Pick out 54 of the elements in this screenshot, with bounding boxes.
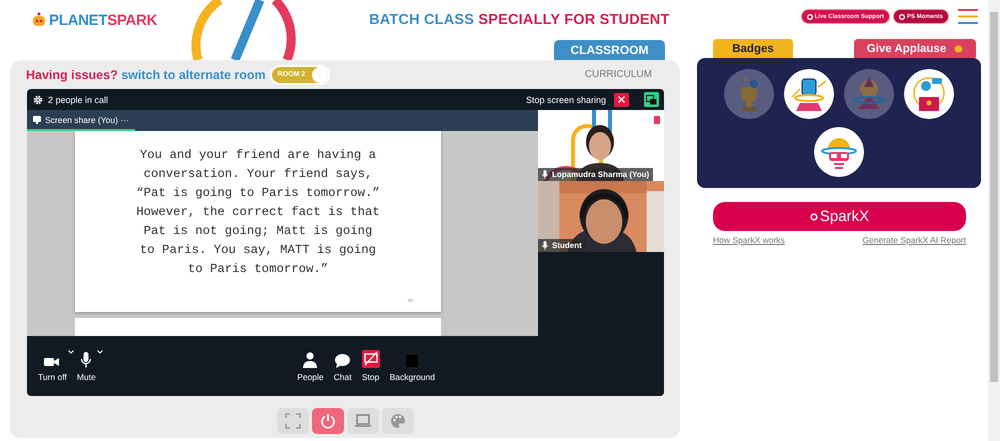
- power-button[interactable]: [312, 408, 344, 434]
- camera-control-button[interactable]: Turn off: [33, 350, 72, 382]
- sparkx-button[interactable]: SparkX: [713, 202, 966, 231]
- side-tab[interactable]: Badges: [713, 39, 793, 58]
- mic-control-button[interactable]: Mute: [72, 350, 101, 382]
- scrollbar[interactable]: [988, 0, 1000, 441]
- people-count: 2 people in call: [48, 94, 108, 104]
- laptop-icon: [355, 413, 371, 429]
- badge-icon[interactable]: [814, 127, 864, 177]
- issue-notice: Having issues? switch to alternate room: [26, 68, 266, 82]
- badge-icon[interactable]: [904, 69, 954, 119]
- stop-sharing-label: Stop screen sharing: [526, 94, 606, 104]
- curriculum-tab[interactable]: CURRICULUM: [584, 69, 652, 80]
- fullscreen-button[interactable]: [277, 408, 309, 434]
- monitor-icon: [33, 116, 41, 124]
- side-tab[interactable]: Give Applause: [854, 39, 976, 58]
- classroom-tab[interactable]: CLASSROOM: [554, 40, 665, 60]
- fullscreen-icon: [285, 413, 301, 429]
- chat-icon: [335, 354, 350, 368]
- close-icon: [618, 96, 625, 103]
- ring-icon: [810, 212, 818, 220]
- power-icon: [320, 413, 336, 429]
- page-title: BATCH CLASS SPECIALLY FOR STUDENT: [369, 12, 670, 28]
- camera-icon: [44, 356, 60, 368]
- microphone-icon: [542, 241, 548, 250]
- caret-icon: [68, 350, 74, 354]
- close-button[interactable]: [614, 92, 629, 106]
- clap-icon: [954, 44, 964, 52]
- background-icon: [405, 354, 420, 368]
- people-control-button[interactable]: People: [292, 350, 329, 382]
- screen-button[interactable]: [347, 408, 379, 434]
- sparkx-link[interactable]: Generate SparkX AI Report: [862, 235, 966, 245]
- participant-label: Lopamudra Sharma (You): [538, 168, 654, 181]
- chat-control-button[interactable]: Chat: [328, 350, 357, 382]
- person-icon: [303, 352, 318, 368]
- microphone-icon: [81, 352, 92, 368]
- stop-control-button[interactable]: Stop: [356, 350, 385, 382]
- badge-icon[interactable]: [784, 69, 834, 119]
- ring-icon: [806, 14, 813, 20]
- sparkx-link[interactable]: How SparkX works: [713, 235, 785, 245]
- screen-share-off-icon: [362, 350, 380, 368]
- windows-icon: [646, 94, 657, 104]
- microphone-icon: [542, 170, 548, 179]
- palette-icon: [390, 413, 406, 429]
- settings-icon[interactable]: [33, 94, 43, 104]
- background-control-button[interactable]: Background: [384, 350, 440, 382]
- participant-label: Student: [538, 239, 586, 252]
- menu-icon[interactable]: [958, 9, 978, 24]
- palette-button[interactable]: [382, 408, 414, 434]
- slide-text: You and your friend are having a conversation. Your friend says, “Pat is going to Paris tomorrow.” However, the correct fact is that Pat is not going; Matt is going to Paris. You say, MATT is going to Paris tomorrow.”: [135, 147, 381, 278]
- caret-icon: [96, 350, 103, 354]
- ring-icon: [898, 14, 905, 20]
- logo: PLANETSPARK: [32, 12, 158, 28]
- screen-share-button[interactable]: [644, 92, 659, 107]
